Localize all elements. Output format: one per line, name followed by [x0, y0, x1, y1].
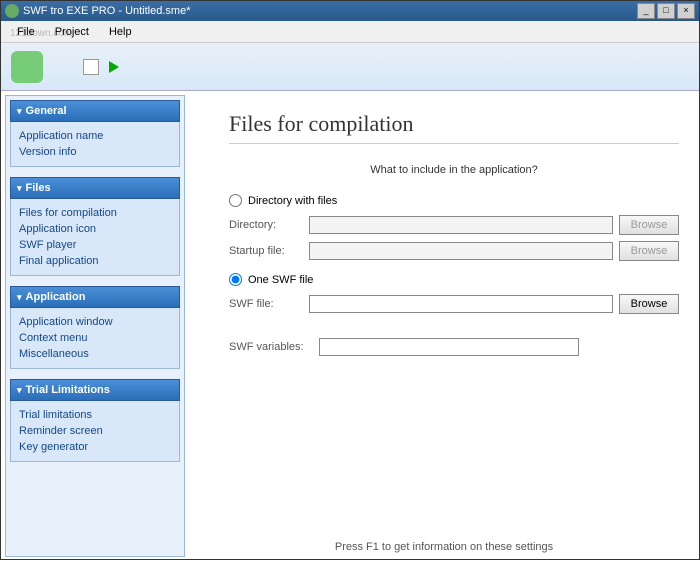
panel-title: Trial Limitations [26, 384, 110, 396]
sidebar-item-reminder-screen[interactable]: Reminder screen [19, 423, 171, 439]
sidebar-item-misc[interactable]: Miscellaneous [19, 346, 171, 362]
page-title: Files for compilation [229, 111, 679, 144]
sidebar-item-app-icon[interactable]: Application icon [19, 221, 171, 237]
browse-swffile-button[interactable]: Browse [619, 294, 679, 314]
sidebar-item-final-app[interactable]: Final application [19, 253, 171, 269]
radio-directory-label: Directory with files [248, 195, 337, 207]
main-panel: Files for compilation What to include in… [189, 91, 699, 561]
toolbar [1, 43, 699, 91]
menu-help[interactable]: Help [101, 24, 140, 40]
toolbar-main-icon[interactable] [11, 51, 43, 83]
label-swfvars: SWF variables: [229, 341, 319, 353]
label-startup: Startup file: [229, 245, 309, 257]
close-button[interactable]: × [677, 3, 695, 19]
panel-header-files[interactable]: Files [10, 177, 180, 199]
sidebar-item-trial-limitations[interactable]: Trial limitations [19, 407, 171, 423]
titlebar: SWF tro EXE PRO - Untitled.sme* _ □ × [1, 1, 699, 21]
panel-header-trial[interactable]: Trial Limitations [10, 379, 180, 401]
app-icon [5, 4, 19, 18]
sidebar-item-swf-player[interactable]: SWF player [19, 237, 171, 253]
directory-input[interactable] [309, 216, 613, 234]
maximize-button[interactable]: □ [657, 3, 675, 19]
panel-title: Application [26, 291, 86, 303]
sidebar-item-app-name[interactable]: Application name [19, 128, 171, 144]
sidebar-item-version-info[interactable]: Version info [19, 144, 171, 160]
watermark-text: 121down.com [10, 28, 72, 39]
panel-files: Files Files for compilation Application … [10, 177, 180, 276]
panel-header-general[interactable]: General [10, 100, 180, 122]
page-subheading: What to include in the application? [229, 164, 679, 176]
panel-title: Files [26, 182, 51, 194]
menubar: File Project Help [1, 21, 699, 43]
panel-title: General [26, 105, 67, 117]
radio-one-swf-label: One SWF file [248, 274, 313, 286]
panel-header-application[interactable]: Application [10, 286, 180, 308]
panel-trial: Trial Limitations Trial limitations Remi… [10, 379, 180, 462]
swffile-input[interactable] [309, 295, 613, 313]
radio-one-swf[interactable] [229, 273, 242, 286]
startup-input[interactable] [309, 242, 613, 260]
browse-directory-button[interactable]: Browse [619, 215, 679, 235]
window-title: SWF tro EXE PRO - Untitled.sme* [23, 5, 637, 17]
radio-directory[interactable] [229, 194, 242, 207]
toolbar-doc-icon[interactable] [83, 59, 99, 75]
minimize-button[interactable]: _ [637, 3, 655, 19]
play-icon[interactable] [109, 61, 119, 73]
swfvars-input[interactable] [319, 338, 579, 356]
panel-application: Application Application window Context m… [10, 286, 180, 369]
sidebar-item-key-generator[interactable]: Key generator [19, 439, 171, 455]
label-swffile: SWF file: [229, 298, 309, 310]
panel-general: General Application name Version info [10, 100, 180, 167]
browse-startup-button[interactable]: Browse [619, 241, 679, 261]
sidebar-item-context-menu[interactable]: Context menu [19, 330, 171, 346]
sidebar-item-files-compilation[interactable]: Files for compilation [19, 205, 171, 221]
footer-hint: Press F1 to get information on these set… [189, 541, 699, 553]
sidebar-item-app-window[interactable]: Application window [19, 314, 171, 330]
label-directory: Directory: [229, 219, 309, 231]
sidebar: General Application name Version info Fi… [5, 95, 185, 557]
